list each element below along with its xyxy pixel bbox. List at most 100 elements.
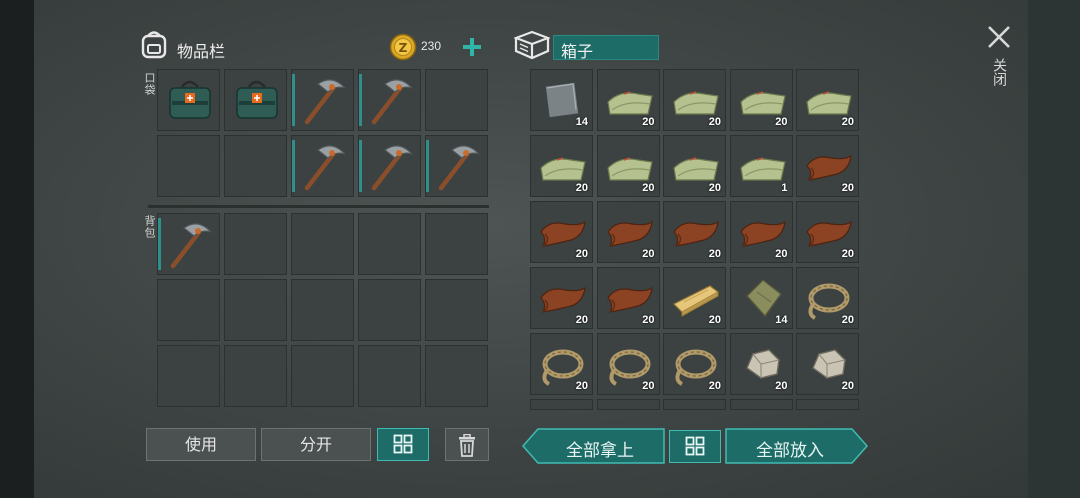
svg-text:Z: Z (399, 41, 408, 55)
backpack-slot[interactable] (358, 279, 421, 341)
box-slot[interactable]: 20 (663, 135, 726, 197)
take-all-label: 全部拿上 (566, 441, 634, 461)
right-screen-edge (1028, 0, 1080, 498)
close-icon (988, 26, 1010, 48)
grid-icon (685, 436, 705, 456)
trash-icon (459, 433, 475, 457)
box-slot[interactable]: 20 (796, 267, 859, 329)
put-all-label: 全部放入 (756, 441, 824, 461)
backpack-slot[interactable] (358, 345, 421, 407)
pickaxe-icon (304, 145, 346, 191)
pocket-slot[interactable] (157, 135, 220, 197)
box-slot[interactable] (530, 399, 593, 410)
pickaxe-icon (371, 79, 413, 125)
backpack-label: 背包 (143, 215, 156, 239)
pocket-backpack-divider (148, 205, 489, 208)
box-slot[interactable]: 20 (796, 69, 859, 131)
pocket-slot[interactable] (224, 69, 287, 131)
box-slot[interactable]: 20 (530, 135, 593, 197)
backpack-slot[interactable] (291, 213, 354, 275)
box-slot[interactable]: 20 (530, 201, 593, 263)
pocket-slot[interactable] (157, 69, 220, 131)
item-count: 20 (642, 248, 655, 260)
pickaxe-icon (371, 145, 413, 191)
backpack-slot[interactable] (425, 345, 488, 407)
item-count: 20 (575, 380, 588, 392)
inventory-title: 物品栏 (177, 42, 226, 61)
backpack-slot[interactable] (224, 345, 287, 407)
pocket-slot[interactable] (291, 69, 354, 131)
item-count: 20 (841, 380, 854, 392)
box-slot[interactable]: 20 (530, 267, 593, 329)
box-slot[interactable]: 20 (663, 333, 726, 395)
box-slot[interactable]: 14 (729, 267, 793, 329)
pocket-slot[interactable] (224, 135, 287, 197)
pocket-slot[interactable] (358, 69, 421, 131)
box-slot[interactable]: 20 (596, 333, 660, 395)
box-title-field: 箱子 (553, 35, 659, 61)
item-count: 1 (781, 182, 788, 194)
box-slot[interactable]: 20 (729, 333, 793, 395)
box-slot[interactable] (663, 399, 726, 410)
box-slot[interactable]: 20 (596, 135, 660, 197)
backpack-slot[interactable] (157, 213, 220, 275)
box-slot[interactable]: 20 (596, 69, 660, 131)
close-label: 关闭 (991, 58, 1007, 86)
box-slot[interactable]: 14 (530, 69, 593, 131)
box-title: 箱子 (561, 42, 594, 61)
box-slot[interactable]: 20 (796, 135, 859, 197)
box-slot[interactable]: 20 (796, 333, 859, 395)
coin-icon: Z (389, 33, 417, 61)
box-slot[interactable]: 20 (596, 201, 660, 263)
box-slot[interactable]: 20 (530, 333, 593, 395)
backpack-slot[interactable] (157, 345, 220, 407)
box-slot[interactable]: 20 (729, 69, 793, 131)
add-coins-button[interactable] (462, 37, 482, 57)
item-count: 20 (642, 182, 655, 194)
box-slot[interactable]: 20 (663, 267, 726, 329)
backpack-slot[interactable] (224, 213, 287, 275)
split-button[interactable]: 分开 (261, 428, 371, 461)
pocket-slot[interactable] (425, 135, 488, 197)
backpack-slot[interactable] (291, 345, 354, 407)
pocket-label: 口袋 (143, 72, 156, 96)
box-slot[interactable]: 20 (796, 201, 859, 263)
box-slot[interactable] (796, 399, 859, 410)
item-count: 20 (708, 314, 721, 326)
item-count: 20 (575, 182, 588, 194)
box-slot[interactable] (596, 399, 660, 410)
backpack-slot[interactable] (224, 279, 287, 341)
backpack-slot[interactable] (291, 279, 354, 341)
box-slot[interactable] (729, 399, 793, 410)
close-button[interactable]: 关闭 (984, 22, 1016, 102)
pocket-slot[interactable] (358, 135, 421, 197)
pocket-slot[interactable] (425, 69, 488, 131)
box-slot[interactable]: 20 (729, 201, 793, 263)
item-count: 20 (708, 116, 721, 128)
pocket-slot[interactable] (291, 135, 354, 197)
box-slot[interactable]: 20 (663, 201, 726, 263)
pickaxe-icon (438, 145, 480, 191)
item-count: 20 (775, 380, 788, 392)
item-count: 20 (642, 380, 655, 392)
box-slot[interactable]: 20 (663, 69, 726, 131)
item-count: 20 (841, 182, 854, 194)
sort-inventory-button[interactable] (377, 428, 429, 461)
left-screen-edge (0, 0, 34, 498)
item-count: 14 (575, 116, 588, 128)
trash-button[interactable] (445, 428, 489, 461)
backpack-slot[interactable] (157, 279, 220, 341)
backpack-slot[interactable] (425, 213, 488, 275)
item-count: 20 (708, 248, 721, 260)
sort-box-button[interactable] (669, 430, 721, 463)
box-slot[interactable]: 1 (729, 135, 793, 197)
item-count: 20 (708, 182, 721, 194)
use-button[interactable]: 使用 (146, 428, 256, 461)
box-slot[interactable]: 20 (596, 267, 660, 329)
backpack-slot[interactable] (358, 213, 421, 275)
item-count: 20 (575, 314, 588, 326)
medkit-bag-icon (236, 80, 278, 119)
item-count: 20 (775, 248, 788, 260)
item-count: 20 (775, 116, 788, 128)
backpack-slot[interactable] (425, 279, 488, 341)
